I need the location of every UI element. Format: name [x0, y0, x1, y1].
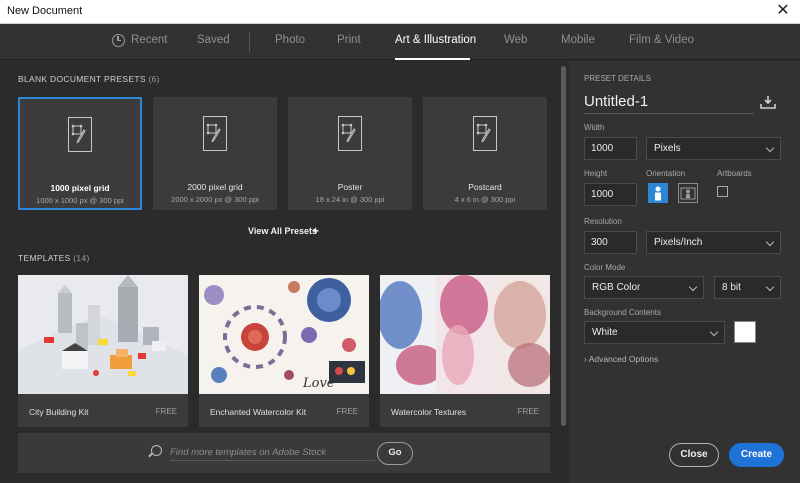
templates-count: (14) — [73, 253, 90, 263]
tab-mobile[interactable]: Mobile — [561, 34, 595, 46]
width-input[interactable]: 1000 — [584, 137, 637, 160]
template-name: City Building Kit — [29, 407, 89, 417]
tab-print[interactable]: Print — [337, 34, 361, 46]
title-bar: New Document ✕ — [0, 0, 800, 24]
bit-depth-select[interactable]: 8 bit — [714, 276, 781, 299]
preset-card[interactable]: 1000 pixel grid 1000 x 1000 px @ 300 ppi — [18, 97, 142, 210]
preset-name: Postcard — [468, 182, 502, 192]
template-name: Enchanted Watercolor Kit — [210, 407, 307, 417]
landscape-orientation-icon[interactable] — [678, 183, 698, 203]
document-name-field[interactable]: Untitled-1 — [584, 93, 648, 110]
background-contents-label: Background Contents — [584, 308, 661, 317]
watercolor-textures-thumbnail — [380, 275, 550, 394]
preset-size: 4 x 6 in @ 300 ppi — [454, 195, 516, 204]
tab-divider — [249, 32, 250, 52]
clock-icon — [112, 34, 125, 47]
template-card[interactable]: Love Enchanted Watercolor Kit FREE — [199, 275, 369, 427]
preset-name: 2000 pixel grid — [187, 182, 243, 192]
scrollbar-thumb[interactable] — [561, 66, 566, 426]
advanced-options-label: Advanced Options — [588, 354, 659, 364]
chevron-right-icon: › — [584, 354, 587, 364]
height-label: Height — [584, 169, 608, 178]
city-building-thumbnail — [18, 275, 188, 394]
chevron-down-icon — [765, 143, 775, 153]
width-unit-select[interactable]: Pixels — [646, 137, 781, 160]
color-mode-select[interactable]: RGB Color — [584, 276, 704, 299]
presets-section-title: BLANK DOCUMENT PRESETS — [18, 74, 146, 84]
artboards-label: Artboards — [717, 169, 752, 178]
resolution-label: Resolution — [584, 217, 622, 226]
preset-size: 1000 x 1000 px @ 300 ppi — [36, 196, 124, 205]
tab-film-video[interactable]: Film & Video — [629, 34, 694, 46]
chevron-down-icon — [765, 237, 775, 247]
template-name: Watercolor Textures — [391, 407, 467, 417]
document-grid-icon — [68, 117, 92, 152]
category-tabs: Recent Saved Photo Print Art & Illustrat… — [0, 24, 800, 60]
width-unit-value: Pixels — [654, 143, 681, 154]
close-window-button[interactable]: ✕ — [766, 0, 800, 24]
preset-name: Poster — [337, 182, 363, 192]
preset-size: 2000 x 2000 px @ 300 ppi — [171, 195, 259, 204]
presets-section-label: BLANK DOCUMENT PRESETS (6) — [18, 74, 160, 84]
chevron-down-icon — [688, 282, 698, 292]
plus-icon[interactable]: + — [312, 224, 319, 238]
search-icon — [151, 445, 162, 456]
stock-search-bar: Go — [18, 433, 550, 473]
go-button[interactable]: Go — [377, 442, 413, 465]
width-label: Width — [584, 123, 605, 132]
free-badge: FREE — [517, 407, 539, 416]
artboards-checkbox[interactable] — [717, 186, 728, 197]
background-contents-value: White — [592, 327, 618, 338]
tab-web[interactable]: Web — [504, 34, 527, 46]
save-preset-icon[interactable] — [760, 95, 776, 109]
color-mode-value: RGB Color — [592, 282, 641, 293]
height-input[interactable]: 1000 — [584, 183, 637, 206]
view-all-presets-link[interactable]: View All Presets — [248, 226, 317, 236]
tab-photo[interactable]: Photo — [275, 34, 305, 46]
background-color-swatch[interactable] — [734, 321, 756, 343]
bit-depth-value: 8 bit — [722, 282, 741, 293]
template-card[interactable]: Watercolor Textures FREE — [380, 275, 550, 427]
tab-art-illustration[interactable]: Art & Illustration — [395, 34, 476, 46]
preset-details-label: PRESET DETAILS — [584, 74, 651, 83]
background-contents-select[interactable]: White — [584, 321, 725, 344]
tab-recent[interactable]: Recent — [131, 34, 167, 46]
presets-count: (6) — [148, 74, 160, 84]
templates-section-label: TEMPLATES (14) — [18, 253, 90, 263]
preset-card[interactable]: 2000 pixel grid 2000 x 2000 px @ 300 ppi — [153, 97, 277, 210]
orientation-label: Orientation — [646, 169, 686, 178]
portrait-orientation-icon[interactable] — [648, 183, 668, 203]
advanced-options-toggle[interactable]: › Advanced Options — [584, 354, 658, 364]
document-grid-icon — [338, 116, 362, 151]
document-name-underline — [584, 113, 754, 114]
color-mode-label: Color Mode — [584, 263, 626, 272]
chevron-down-icon — [765, 282, 775, 292]
tab-saved[interactable]: Saved — [197, 34, 230, 46]
free-badge: FREE — [336, 407, 358, 416]
document-grid-icon — [203, 116, 227, 151]
svg-text:Love: Love — [302, 376, 335, 391]
stock-search-input[interactable] — [170, 445, 375, 461]
template-card[interactable]: City Building Kit FREE — [18, 275, 188, 427]
templates-section-title: TEMPLATES — [18, 253, 71, 263]
preset-name: 1000 pixel grid — [50, 183, 110, 193]
preset-card[interactable]: Poster 18 x 24 in @ 300 ppi — [288, 97, 412, 210]
close-button[interactable]: Close — [669, 443, 719, 467]
free-badge: FREE — [155, 407, 177, 416]
watercolor-kit-thumbnail: Love — [199, 275, 369, 394]
preset-card[interactable]: Postcard 4 x 6 in @ 300 ppi — [423, 97, 547, 210]
window-title: New Document — [7, 5, 83, 17]
chevron-down-icon — [709, 327, 719, 337]
create-button[interactable]: Create — [729, 443, 784, 467]
resolution-unit-select[interactable]: Pixels/Inch — [646, 231, 781, 254]
preset-size: 18 x 24 in @ 300 ppi — [315, 195, 385, 204]
resolution-unit-value: Pixels/Inch — [654, 237, 703, 248]
active-tab-indicator — [395, 58, 470, 60]
document-grid-icon — [473, 116, 497, 151]
resolution-input[interactable]: 300 — [584, 231, 637, 254]
